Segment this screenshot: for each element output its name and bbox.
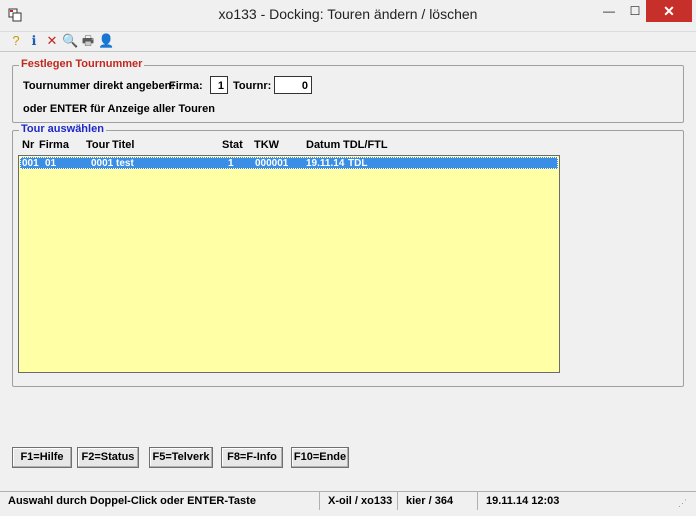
f10-end-button[interactable]: F10=Ende	[291, 447, 349, 468]
column-header-tkw: TKW	[254, 139, 280, 151]
status-user: kier / 364	[398, 492, 478, 510]
festlegen-legend: Festlegen Tournummer	[19, 58, 145, 70]
cell-stat: 1	[228, 158, 234, 169]
status-app: X-oil / xo133	[320, 492, 398, 510]
column-header-datum: Datum	[306, 139, 341, 151]
close-button[interactable]: ✕	[646, 0, 692, 22]
status-message: Auswahl durch Doppel-Click oder ENTER-Ta…	[0, 492, 320, 510]
cell-tkw: 000001	[255, 158, 289, 169]
tour-legend: Tour auswählen	[19, 123, 106, 135]
cell-tdl-ftl: TDL	[348, 158, 368, 169]
cell-tour: 0001	[91, 158, 114, 169]
firma-label: Firma:	[169, 80, 203, 92]
tour-list[interactable]: 001 01 0001 test 1 000001 19.11.14 TDL	[18, 155, 560, 373]
status-bar: Auswahl durch Doppel-Click oder ENTER-Ta…	[0, 491, 696, 516]
cell-datum: 19.11.14	[306, 158, 345, 169]
column-header-tdl-ftl: TDL/FTL	[343, 139, 388, 151]
firma-input[interactable]: 1	[210, 76, 228, 94]
status-datetime: 19.11.14 12:03	[486, 495, 560, 507]
window-title: xo133 - Docking: Touren ändern / löschen	[218, 6, 478, 22]
cell-nr: 001	[22, 158, 39, 169]
enter-hint: oder ENTER für Anzeige aller Touren	[23, 103, 215, 115]
f5-telverk-button[interactable]: F5=Telverk	[149, 447, 213, 468]
column-header-firma: Firma	[39, 139, 69, 151]
tournr-input[interactable]: 0	[274, 76, 312, 94]
f8-finfo-button[interactable]: F8=F-Info	[221, 447, 283, 468]
print-icon[interactable]: 🖶	[80, 33, 96, 49]
help-icon[interactable]: ?	[8, 33, 24, 49]
resize-grip-icon[interactable]: ⋰	[678, 498, 688, 508]
user-icon[interactable]: 👤	[98, 33, 114, 49]
f1-help-button[interactable]: F1=Hilfe	[12, 447, 72, 468]
find-icon[interactable]: 🔍	[62, 33, 78, 49]
tournr-label: Tournr:	[233, 80, 272, 92]
cell-firma: 01	[45, 158, 57, 169]
info-icon[interactable]: ℹ	[26, 33, 42, 49]
column-header-tour: Tour	[86, 139, 110, 151]
list-item[interactable]: 001 01 0001 test 1 000001 19.11.14 TDL	[20, 157, 558, 169]
delete-icon[interactable]: ✕	[44, 33, 60, 49]
cell-titel: test	[116, 158, 134, 169]
toolbar: ? ℹ ✕ 🔍 🖶 👤	[0, 31, 696, 51]
title-bar: xo133 - Docking: Touren ändern / löschen…	[0, 0, 696, 32]
column-header-titel: Titel	[112, 139, 135, 151]
f2-status-button[interactable]: F2=Status	[77, 447, 139, 468]
toolbar-separator	[0, 51, 696, 52]
column-header-stat: Stat	[222, 139, 243, 151]
column-header-nr: Nr	[22, 139, 35, 151]
tournummer-prompt: Tournummer direkt angeben:	[23, 80, 175, 92]
